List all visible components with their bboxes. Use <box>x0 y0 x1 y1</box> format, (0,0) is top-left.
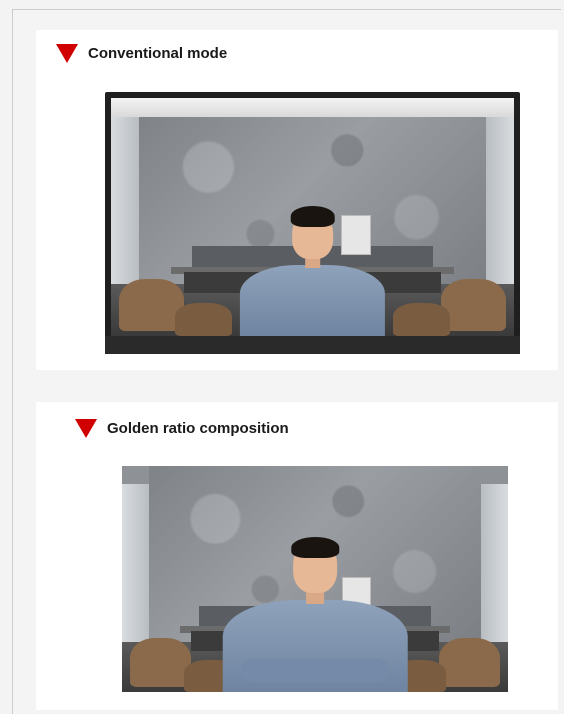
conventional-mode-monitor-image <box>105 92 520 354</box>
person <box>239 188 386 336</box>
chair <box>129 637 192 688</box>
person-hair <box>290 206 335 227</box>
section-title-row: Golden ratio composition <box>75 419 289 438</box>
chair <box>393 302 450 336</box>
ceiling <box>111 98 514 118</box>
section-title: Conventional mode <box>88 45 228 62</box>
meeting-room-scene <box>111 98 514 336</box>
person-body <box>239 265 386 336</box>
section-title: Golden ratio composition <box>107 420 289 437</box>
chair <box>438 637 501 688</box>
golden-ratio-image <box>122 466 508 692</box>
monitor-screen <box>111 98 514 336</box>
chair <box>441 278 506 332</box>
section-title-row: Conventional mode <box>56 44 227 63</box>
red-triangle-icon <box>75 419 97 438</box>
crossed-arms <box>240 658 390 684</box>
red-triangle-icon <box>56 44 78 63</box>
meeting-room-scene <box>122 466 508 692</box>
person <box>222 516 408 692</box>
chair <box>175 302 232 336</box>
person-hair <box>290 536 340 559</box>
monitor-bezel <box>105 336 520 354</box>
chair <box>119 278 184 332</box>
